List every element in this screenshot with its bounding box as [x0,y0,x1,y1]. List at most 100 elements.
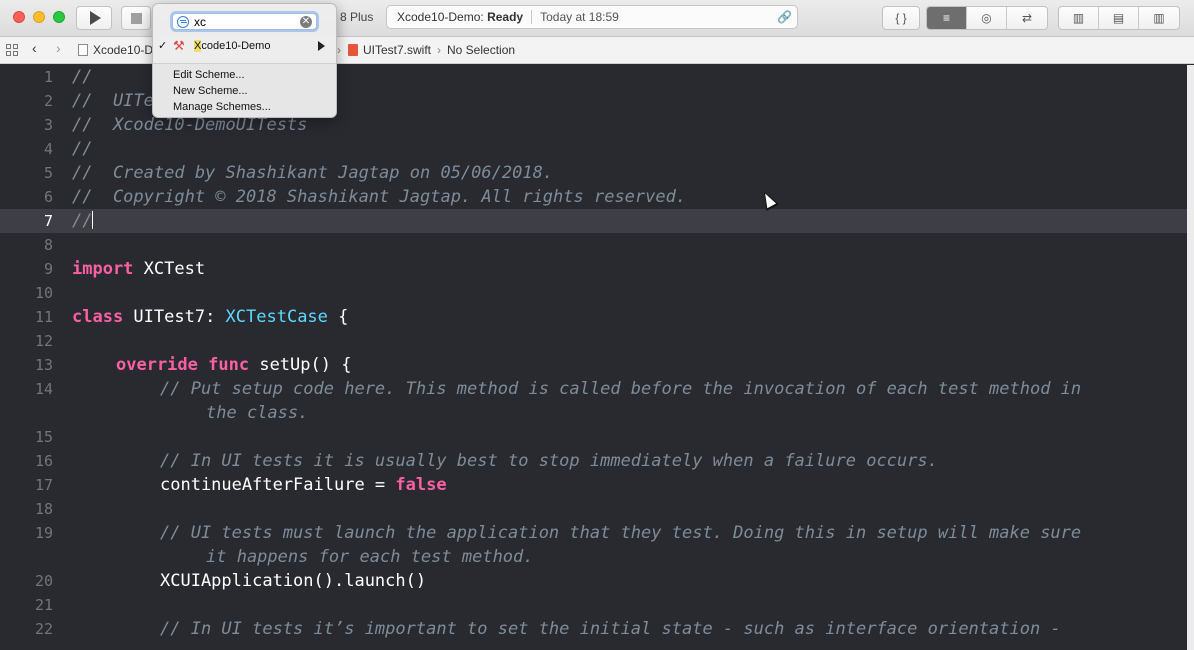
line-number: 4 [43,140,53,158]
library-button[interactable]: { } [882,6,920,30]
checkmark-icon: ✓ [158,40,168,52]
line-number: 12 [34,332,53,350]
activity-project: Xcode10-Demo: Ready [397,10,524,24]
code-text[interactable]: XCUIApplication().launch() [160,569,426,593]
venn-icon: ◎ [981,11,992,25]
clear-filter-icon[interactable]: ✕ [300,16,312,28]
edit-scheme-menu-item[interactable]: Edit Scheme... [173,69,245,81]
scheme-filter-text[interactable]: xc [194,15,206,29]
breadcrumb-chevron-icon: › [337,43,341,57]
breadcrumb-project[interactable]: Xcode10-D [78,43,153,57]
code-line: 11 class UITest7: XCTestCase { [0,305,1187,329]
code-text[interactable]: it happens for each test method. [206,545,534,569]
back-arrow-icon[interactable]: ‹ [32,41,37,55]
code-text[interactable]: // Put setup code here. This method is c… [160,377,1081,401]
panel-toggle-control: ▥ ▤ ▥ [1058,6,1180,30]
code-text[interactable]: // In UI tests it is usually best to sto… [160,449,938,473]
editor-mode-control: ≡ ◎ ⇄ [926,6,1048,30]
source-editor[interactable]: 1// 2// UITe 3// Xcode10-DemoUITests 4//… [0,65,1187,650]
activity-viewer: Xcode10-Demo: Ready Today at 18:59 🔗 [386,5,798,29]
breadcrumb-chevron-icon: › [437,43,441,57]
standard-editor-button[interactable]: ≡ [927,7,967,29]
code-line: 20 XCUIApplication().launch() [0,569,1187,593]
scheme-filter-field[interactable]: xc ✕ [172,13,317,30]
link-icon[interactable]: 🔗 [777,11,792,23]
code-line: 4 // [0,137,1187,161]
debug-area-toggle-button[interactable]: ▤ [1099,7,1139,29]
run-button[interactable] [76,6,112,30]
code-text[interactable]: // Copyright © 2018 Shashikant Jagtap. A… [72,185,686,209]
scheme-item-xcode10-demo[interactable]: ✓ ⚒ Xcode10-Demo [153,36,336,56]
scheme-item-label: Xcode10-Demo [194,40,271,52]
code-text[interactable]: // Created by Shashikant Jagtap on 05/06… [72,161,553,185]
right-panel-icon: ▥ [1153,11,1165,25]
line-number: 21 [34,596,53,614]
lines-icon: ≡ [942,11,950,25]
code-line: 22 // In UI tests it’s important to set t… [0,617,1187,641]
filter-icon [177,16,189,28]
manage-schemes-menu-item[interactable]: Manage Schemes... [173,101,271,113]
line-number: 22 [34,620,53,638]
current-code-line: 7 // [0,209,1187,233]
related-items-icon[interactable] [6,44,18,56]
line-number: 13 [34,356,53,374]
minimize-window-button[interactable] [33,11,45,23]
stop-icon [130,12,142,24]
line-number: 14 [34,380,53,398]
swift-file-icon [348,44,358,56]
code-text[interactable]: // In UI tests it’s important to set the… [160,617,1061,641]
code-text[interactable]: class UITest7: XCTestCase { [72,305,348,329]
code-text[interactable]: import XCTest [72,257,205,281]
code-text[interactable]: // [72,137,92,161]
left-panel-icon: ▥ [1072,11,1085,25]
breadcrumb-selection[interactable]: No Selection [447,43,515,57]
version-editor-button[interactable]: ⇄ [1007,7,1047,29]
line-number: 3 [43,116,53,134]
assistant-editor-button[interactable]: ◎ [967,7,1007,29]
inspector-toggle-button[interactable]: ▥ [1139,7,1179,29]
code-line: 12 [0,329,1187,353]
code-line: 21 [0,593,1187,617]
app-scheme-icon: ⚒ [173,38,185,53]
code-line: 10 [0,281,1187,305]
code-line: 9 import XCTest [0,257,1187,281]
code-line: 16 // In UI tests it is usually best to s… [0,449,1187,473]
zoom-window-button[interactable] [53,11,65,23]
editor-scrollbar[interactable] [1187,65,1194,650]
code-line: 17 continueAfterFailure = false [0,473,1187,497]
line-number: 11 [34,308,53,326]
breadcrumb-file[interactable]: UITest7.swift [348,43,431,57]
line-number: 8 [43,236,53,254]
activity-divider [531,10,533,24]
run-destination[interactable]: 8 Plus [340,10,373,24]
line-number: 19 [34,524,53,542]
code-text[interactable]: // UITe [72,89,154,113]
stop-button[interactable] [121,6,151,30]
code-text[interactable]: override func setUp() { [116,353,351,377]
swap-arrows-icon: ⇄ [1021,11,1033,25]
code-text[interactable]: // [72,65,92,89]
new-scheme-menu-item[interactable]: New Scheme... [173,85,248,97]
code-line: 13 override func setUp() { [0,353,1187,377]
activity-time: Today at 18:59 [540,10,619,24]
submenu-arrow-icon [318,41,325,51]
line-number: 16 [34,452,53,470]
scheme-menu: xc ✕ ✓ ⚒ Xcode10-Demo Edit Scheme... New… [152,3,337,118]
code-text[interactable]: // UI tests must launch the application … [160,521,1081,545]
navigator-toggle-button[interactable]: ▥ [1059,7,1099,29]
play-icon [90,11,101,25]
text-caret [92,211,94,229]
code-text[interactable]: // [72,209,94,233]
code-line: 19 // UI tests must launch the applicatio… [0,521,1187,545]
code-text[interactable]: the class. [206,401,308,425]
code-line: 8 [0,233,1187,257]
line-number: 9 [43,260,53,278]
code-line: 14 // Put setup code here. This method is… [0,377,1187,401]
line-number: 6 [43,188,53,206]
line-number: 1 [43,68,53,86]
line-number: 17 [34,476,53,494]
code-text[interactable]: continueAfterFailure = false [160,473,447,497]
forward-arrow-icon[interactable]: › [56,41,61,55]
line-number: 2 [43,92,53,110]
close-window-button[interactable] [13,11,25,23]
